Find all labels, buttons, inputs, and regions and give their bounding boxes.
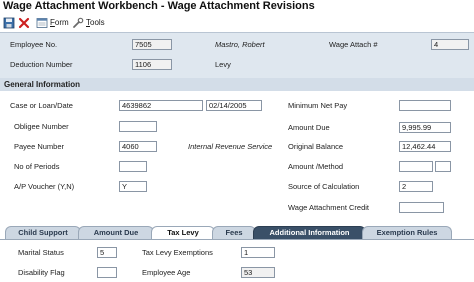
employee-age-label: Employee Age [142, 268, 191, 277]
deduction-number-field[interactable]: 1106 [132, 59, 172, 70]
window-title-bar: Wage Attachment Workbench - Wage Attachm… [0, 0, 474, 14]
case-number-field[interactable]: 4639862 [119, 100, 203, 111]
no-of-periods-field[interactable] [119, 161, 147, 172]
original-balance-label: Original Balance [288, 142, 344, 151]
marital-status-field[interactable]: 5 [97, 247, 117, 258]
tab-child-support[interactable]: Child Support [5, 226, 81, 239]
section-title: General Information [4, 80, 81, 89]
tab-fees[interactable]: Fees [212, 226, 256, 239]
form-menu-label: Form [50, 18, 69, 27]
disability-flag-label: Disability Flag [18, 268, 65, 277]
ap-voucher-label: A/P Voucher (Y,N) [14, 182, 75, 191]
toolbar: Form Tools [0, 14, 474, 32]
deduction-name: Levy [215, 60, 231, 69]
tab-amount-due[interactable]: Amount Due [78, 226, 154, 239]
tab-divider [0, 239, 474, 240]
obligee-number-label: Obligee Number [14, 122, 69, 131]
amount-method-label: Amount /Method [288, 162, 344, 171]
disability-flag-field[interactable] [97, 267, 117, 278]
deduction-number-label: Deduction Number [10, 60, 73, 69]
method-field[interactable] [435, 161, 451, 172]
tab-tax-levy[interactable]: Tax Levy [151, 226, 215, 239]
case-loan-date-label: Case or Loan/Date [10, 101, 73, 110]
amount-field[interactable] [399, 161, 433, 172]
payee-number-field[interactable]: 4060 [119, 141, 157, 152]
employee-name: Mastro, Robert [215, 40, 265, 49]
amount-due-label: Amount Due [288, 123, 330, 132]
marital-status-label: Marital Status [18, 248, 64, 257]
source-of-calculation-field[interactable]: 2 [399, 181, 433, 192]
tab-exemption-rules[interactable]: Exemption Rules [362, 226, 452, 239]
amount-due-field[interactable]: 9,995.99 [399, 122, 451, 133]
save-icon[interactable] [3, 17, 15, 29]
employee-no-label: Employee No. [10, 40, 58, 49]
payee-number-label: Payee Number [14, 142, 65, 151]
no-of-periods-label: No of Periods [14, 162, 60, 171]
payee-name: Internal Revenue Service [188, 142, 273, 151]
general-information-section: General Information [0, 78, 474, 91]
tab-strip: Child Support Amount Due Tax Levy Fees A… [0, 226, 474, 240]
form-icon [36, 18, 48, 28]
tab-additional-information[interactable]: Additional Information [253, 226, 366, 239]
wage-attachment-credit-label: Wage Attachment Credit [288, 203, 370, 212]
tax-levy-exemptions-label: Tax Levy Exemptions [142, 248, 213, 257]
source-of-calculation-label: Source of Calculation [288, 182, 360, 191]
employee-no-field[interactable]: 7505 [132, 39, 172, 50]
obligee-number-field[interactable] [119, 121, 157, 132]
form-menu[interactable]: Form [50, 18, 69, 27]
ap-voucher-field[interactable]: Y [119, 181, 147, 192]
delete-icon[interactable] [18, 17, 30, 29]
wage-attach-label: Wage Attach # [329, 40, 378, 49]
minimum-net-pay-label: Minimum Net Pay [288, 101, 348, 110]
tools-icon [73, 17, 84, 28]
wage-attach-field[interactable]: 4 [431, 39, 469, 50]
tools-menu[interactable]: Tools [86, 18, 105, 27]
original-balance-field[interactable]: 12,462.44 [399, 141, 451, 152]
window-title: Wage Attachment Workbench - Wage Attachm… [3, 0, 315, 12]
employee-age-field[interactable]: 53 [241, 267, 275, 278]
tax-levy-exemptions-field[interactable]: 1 [241, 247, 275, 258]
case-date-field[interactable]: 02/14/2005 [206, 100, 262, 111]
minimum-net-pay-field[interactable] [399, 100, 451, 111]
tools-menu-label: Tools [86, 18, 105, 27]
wage-attachment-credit-field[interactable] [399, 202, 444, 213]
